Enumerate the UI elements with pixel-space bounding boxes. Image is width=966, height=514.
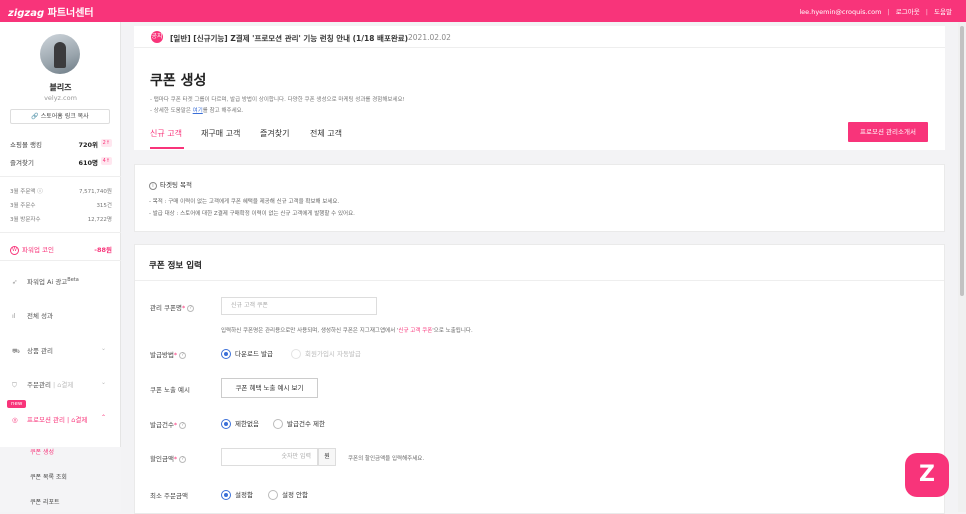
radio-download-issue[interactable]: 다운로드 발급: [221, 348, 273, 359]
targeting-audience: - 발급 대상 : 스토어에 대한 Z결제 구매확정 이력이 없는 신규 고객에…: [149, 211, 355, 217]
targeting-purpose: - 목적 : 구매 이력이 없는 고객에게 쿠폰 혜택을 제공해 신규 고객을 …: [149, 199, 340, 205]
divider: [135, 280, 944, 281]
help-icon: ?: [187, 304, 195, 312]
top-bar: zigzag 파트너센터 lee.hyemin@croquis.com | 로그…: [0, 0, 966, 22]
powerup-coin[interactable]: W 파워업 코인 -88원: [10, 244, 112, 255]
logout-link[interactable]: 로그아웃: [896, 8, 920, 16]
metric-visitors: 3월 방문자수 12,722명: [10, 217, 112, 223]
nav-promotion[interactable]: ◎ 프로모션 관리 | ⌂결제 ⌃: [12, 414, 112, 424]
page-title: 쿠폰 생성: [150, 73, 207, 89]
radio-auto-issue: 회원가입시 자동발급: [291, 348, 361, 359]
notice-bar[interactable]: 공지 [일반] [신규기능] Z결제 '프로모션 관리' 기능 런칭 안내 (1…: [134, 26, 945, 48]
divider: [0, 176, 121, 177]
metric-order-amount: 3월 주문액 ⓘ 7,571,740원: [10, 189, 112, 195]
new-badge: new: [7, 400, 27, 408]
discount-amount-label: 할인금액*?: [150, 453, 187, 463]
coupon-name-input[interactable]: 신규 고객 쿠폰: [221, 297, 377, 315]
radio-limit-count[interactable]: 발급건수 제한: [273, 418, 325, 429]
coupon-name-label: 관리 쿠폰명*?: [150, 302, 195, 312]
stat-ranking: 쇼핑몰 랭킹 720위 2↑: [10, 139, 112, 149]
coupon-preview-button[interactable]: 쿠폰 혜택 노출 예시 보기: [221, 378, 318, 398]
target-icon: ◎: [12, 416, 18, 424]
bar-chart-icon: ıl: [12, 312, 16, 320]
help-link[interactable]: 여기: [193, 108, 203, 114]
page-header: 쿠폰 생성 - 탭마다 쿠폰 타겟 그룹이 다르며, 발급 방법이 상이합니다.…: [134, 48, 945, 150]
min-order-label: 최소 주문금액: [150, 492, 188, 500]
issue-method-label: 발급방법*?: [150, 349, 187, 359]
page-scrollbar[interactable]: [958, 22, 966, 512]
promotion-intro-button[interactable]: 프로모션 관리소개서: [848, 122, 928, 142]
nav-ai-ads[interactable]: ➶ 파워업 Ai 광고Beta: [12, 276, 112, 286]
nav-product[interactable]: ⛟ 상품 관리 ⌄: [12, 345, 112, 356]
chevron-up-icon: ⌃: [100, 414, 106, 421]
radio-unlimited[interactable]: 제한없음: [221, 418, 259, 429]
coupon-name-hint: 입력하신 쿠폰명은 관리용으로만 사용되며, 생성하신 쿠폰은 지그재그앱에서 …: [221, 328, 473, 334]
sub-item-coupon-create[interactable]: 쿠폰 생성: [30, 447, 54, 456]
link-icon: 🔗: [31, 113, 39, 120]
favorites-change-badge: 4↑: [100, 157, 112, 165]
page-description: - 탭마다 쿠폰 타겟 그룹이 다르며, 발급 방법이 상이합니다. 다양한 쿠…: [150, 97, 405, 103]
sidebar: 블리즈 velyz.com 🔗 스토어홈 링크 복사 쇼핑몰 랭킹 720위 2…: [0, 22, 121, 512]
targeting-purpose-card: i 타겟팅 목적 - 목적 : 구매 이력이 없는 고객에게 쿠폰 혜택을 제공해…: [134, 164, 945, 232]
stat-favorites: 즐겨찾기 610명 4↑: [10, 157, 112, 167]
currency-unit: 원: [318, 448, 336, 466]
help-icon: ?: [179, 421, 187, 429]
info-icon: i: [149, 182, 157, 190]
metric-order-count: 3월 주문수 315건: [10, 203, 112, 209]
box-icon: ⛟: [12, 347, 21, 355]
announcement-icon: 공지: [151, 31, 163, 43]
issue-count-label: 발급건수*?: [150, 419, 187, 429]
help-description: - 상세한 도움말은 여기를 참고 해주세요.: [150, 108, 244, 114]
help-link[interactable]: 도움말: [934, 8, 952, 16]
form-title: 쿠폰 정보 입력: [149, 261, 202, 271]
tab-new-customer[interactable]: 신규 고객: [150, 128, 182, 139]
coin-icon: W: [10, 245, 19, 255]
store-avatar: [40, 34, 80, 74]
store-name: 블리즈: [49, 83, 72, 92]
divider: |: [925, 8, 928, 16]
radio-min-order-off[interactable]: 설정 안함: [268, 489, 308, 500]
zigzag-chat-button[interactable]: Z: [905, 453, 949, 497]
help-icon: ?: [179, 351, 187, 359]
sub-item-coupon-list[interactable]: 쿠폰 목록 조회: [30, 472, 67, 481]
divider: [0, 232, 121, 233]
help-icon: ⓘ: [37, 189, 43, 195]
copy-store-link-button[interactable]: 🔗 스토어홈 링크 복사: [10, 109, 110, 124]
coupon-preview-label: 쿠폰 노출 예시: [150, 386, 191, 394]
chevron-down-icon: ⌄: [100, 345, 106, 352]
rank-change-badge: 2↑: [100, 139, 112, 147]
discount-hint: 쿠폰의 할인금액을 입력해주세요.: [348, 456, 425, 462]
divider: |: [887, 8, 890, 16]
user-email: lee.hyemin@croquis.com: [799, 8, 882, 16]
tab-favorites[interactable]: 즐겨찾기: [260, 128, 289, 139]
partner-center-logo[interactable]: zigzag 파트너센터: [8, 4, 94, 19]
cart-icon: ⛉: [12, 381, 17, 389]
coupon-form-card: 쿠폰 정보 입력 관리 쿠폰명*? 신규 고객 쿠폰 입력하신 쿠폰명은 관리용…: [134, 244, 945, 514]
targeting-title: i 타겟팅 목적: [149, 179, 192, 190]
chevron-down-icon: ⌄: [100, 379, 106, 386]
promotion-submenu: 쿠폰 생성 쿠폰 목록 조회 쿠폰 리포트: [0, 447, 121, 512]
help-icon: ?: [179, 455, 187, 463]
tab-all-customer[interactable]: 전체 고객: [310, 128, 342, 139]
tab-repurchase-customer[interactable]: 재구매 고객: [201, 128, 240, 139]
nav-order[interactable]: ⛉ 주문관리 | ⌂결제 ⌄: [12, 379, 112, 390]
discount-amount-input[interactable]: 숫자만 입력: [221, 448, 318, 466]
notice-text[interactable]: [일반] [신규기능] Z결제 '프로모션 관리' 기능 런칭 안내 (1/18…: [170, 33, 408, 44]
divider: [0, 260, 121, 261]
radio-min-order-on[interactable]: 설정함: [221, 489, 253, 500]
sub-item-coupon-report[interactable]: 쿠폰 리포트: [30, 497, 60, 506]
store-domain: velyz.com: [44, 94, 77, 102]
paper-plane-icon: ➶: [12, 278, 18, 286]
nav-performance[interactable]: ıl 전체 성과: [12, 310, 112, 320]
active-tab-indicator: [150, 147, 184, 149]
notice-date: 2021.02.02: [408, 33, 451, 42]
scrollbar-thumb[interactable]: [960, 26, 964, 296]
